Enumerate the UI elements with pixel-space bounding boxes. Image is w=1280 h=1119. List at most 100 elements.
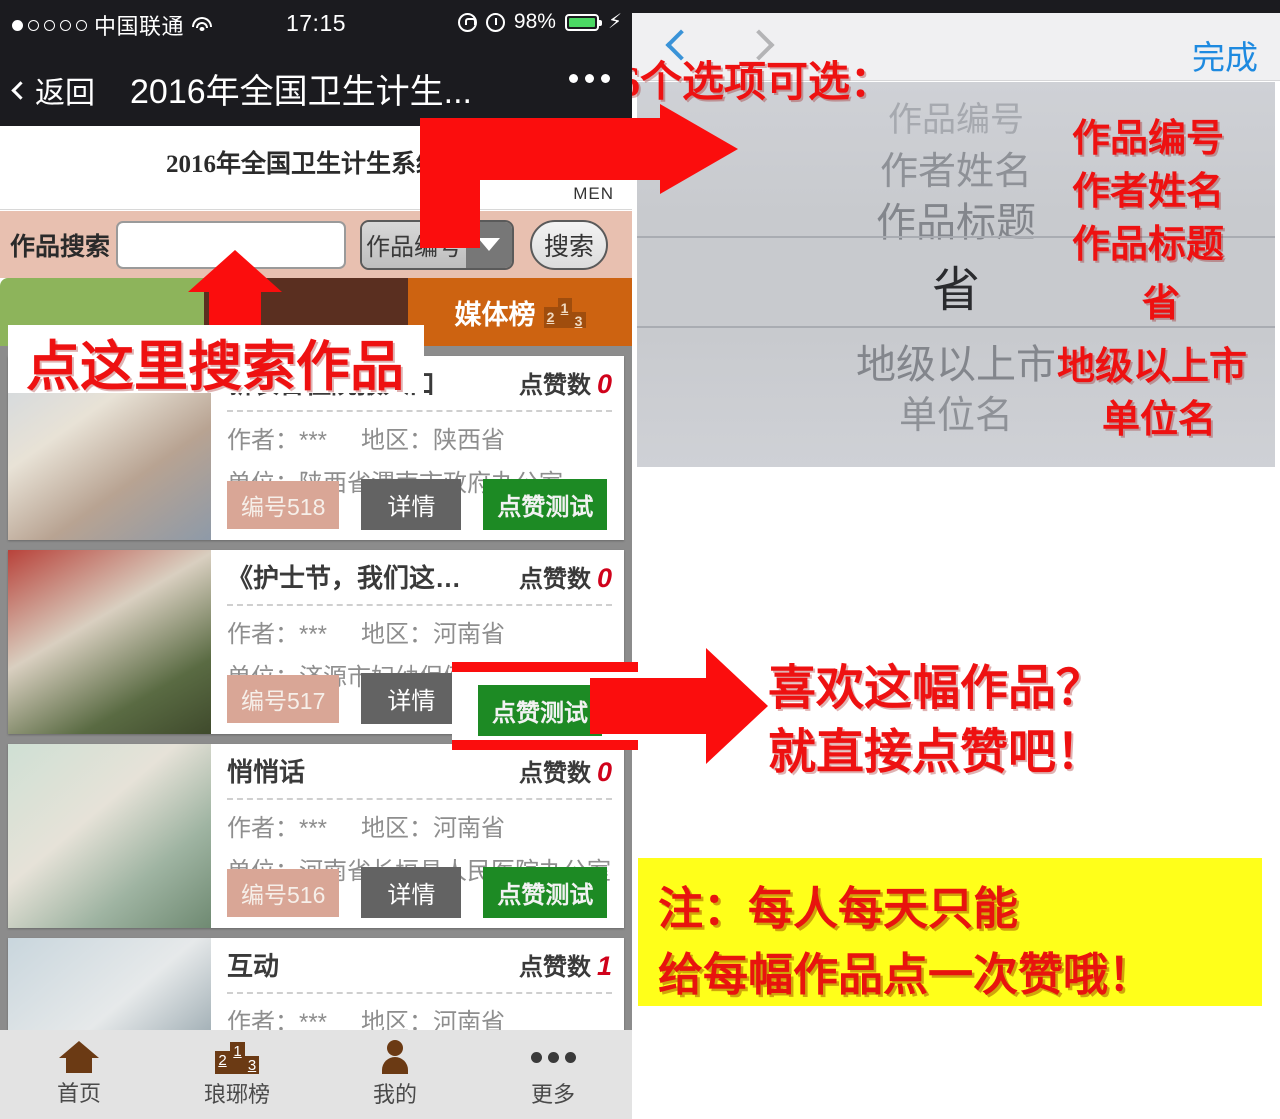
list-item[interactable]: 悄悄话 点赞数0 作者：***地区：河南省 单位：河南省长垣县人民医院办公室 编… xyxy=(8,744,624,928)
work-title: 悄悄话 xyxy=(227,757,306,787)
annotation-six-options: 6个选项可选： xyxy=(632,60,893,106)
region-label: 地区： xyxy=(361,427,434,454)
work-author-region: 作者：*** 地区：河南省 xyxy=(227,808,612,843)
battery-percent-label: 98% xyxy=(513,10,556,33)
more-dots-icon[interactable] xyxy=(569,74,610,83)
tab-bar-item-more-label: 更多 xyxy=(530,1082,575,1107)
work-author-region: 作者：*** 地区：河南省 xyxy=(227,614,612,649)
like-count-label: 点赞数 xyxy=(518,760,591,787)
author-value: *** xyxy=(299,1009,328,1030)
work-title: 《护士节，我们这样过》 xyxy=(227,563,477,593)
author-label: 作者： xyxy=(227,621,299,648)
like-count-block: 点赞数 1 xyxy=(519,947,612,982)
tab-bar-item-rank-label: 琅琊榜 xyxy=(203,1082,270,1107)
author-label: 作者： xyxy=(227,1009,299,1030)
annotation-option-2: 作品标题 xyxy=(1072,224,1225,266)
page-title: 2016年全国卫生计生... xyxy=(130,73,472,111)
region-label: 地区： xyxy=(361,815,434,842)
like-count-value: 0 xyxy=(596,563,612,593)
like-button[interactable]: 点赞测试 xyxy=(483,479,608,530)
like-count-value: 0 xyxy=(596,369,612,399)
podium-rank-2: 2 xyxy=(543,307,558,328)
tab-bar-item-more[interactable]: 更多 xyxy=(474,1030,632,1119)
annotation-note-line1: 注：每人每天只能 xyxy=(658,884,1019,934)
work-thumbnail[interactable] xyxy=(8,744,211,928)
author-value: *** xyxy=(299,427,328,454)
tab-bar-item-home[interactable]: 首页 xyxy=(0,1030,158,1119)
annotation-search-here: 点这里搜索作品 xyxy=(26,337,404,397)
annotation-like-prompt-line1: 喜欢这幅作品？ xyxy=(768,662,1105,715)
detail-button[interactable]: 详情 xyxy=(361,867,462,918)
podium-icon: 2 1 3 xyxy=(543,296,586,328)
podium-rank-1: 1 xyxy=(557,298,572,328)
like-count-label: 点赞数 xyxy=(518,566,591,593)
like-count-label: 点赞数 xyxy=(518,954,591,981)
like-count-block: 点赞数 0 xyxy=(519,365,612,400)
work-header: 互动 点赞数 1 xyxy=(227,946,612,994)
back-button-label: 返回 xyxy=(35,77,95,110)
like-count-value: 0 xyxy=(596,757,612,787)
region-value: 河南省 xyxy=(433,1009,506,1030)
rotation-lock-icon xyxy=(457,12,477,32)
author-label: 作者： xyxy=(227,427,299,454)
back-button[interactable]: 返回 xyxy=(11,68,95,112)
work-thumbnail[interactable] xyxy=(8,938,211,1030)
right-panel-top-strip xyxy=(632,0,1280,14)
tab-bar-item-rank[interactable]: 213 琅琊榜 xyxy=(158,1030,316,1119)
work-number-badge: 编号517 xyxy=(227,674,340,723)
more-dots-icon xyxy=(530,1040,576,1074)
bottom-tab-bar: 首页 213 琅琊榜 我的 更多 xyxy=(0,1030,632,1119)
annotation-note-box: 注：每人每天只能 给每幅作品点一次赞哦！ xyxy=(638,858,1262,1006)
region-value: 河南省 xyxy=(433,621,506,648)
author-value: *** xyxy=(299,815,328,842)
podium-icon: 213 xyxy=(215,1040,259,1074)
annotation-option-3: 省 xyxy=(1142,283,1181,325)
status-bar-right: 98% ⚡ xyxy=(457,10,622,34)
app-nav-bar: 返回 2016年全国卫生计生... xyxy=(0,48,632,126)
work-body: 互动 点赞数 1 作者：*** 地区：河南省 xyxy=(211,938,624,1030)
region-label: 地区： xyxy=(361,621,434,648)
work-header: 悄悄话 点赞数 0 xyxy=(227,752,612,800)
highlighted-like-button[interactable]: 点赞测试 xyxy=(478,685,602,736)
like-count-label: 点赞数 xyxy=(518,372,591,399)
work-title: 互动 xyxy=(227,951,280,981)
annotation-option-1: 作者姓名 xyxy=(1072,171,1225,213)
like-count-value: 1 xyxy=(596,951,612,981)
search-bar: 作品搜索 作品编号 搜索 xyxy=(0,211,632,278)
region-value: 河南省 xyxy=(433,815,506,842)
podium-rank-3: 3 xyxy=(571,312,586,328)
annotation-like-prompt-line2: 就直接点赞吧！ xyxy=(768,726,1105,779)
list-item[interactable]: 互动 点赞数 1 作者：*** 地区：河南省 xyxy=(8,938,624,1030)
home-icon xyxy=(59,1041,99,1073)
done-button[interactable]: 完成 xyxy=(1192,31,1258,79)
work-number-badge: 编号516 xyxy=(227,868,340,917)
battery-icon xyxy=(564,13,602,31)
annotation-option-4: 地级以上市 xyxy=(1057,346,1248,388)
annotation-option-0: 作品编号 xyxy=(1072,118,1225,160)
annotation-note-line2: 给每幅作品点一次赞哦！ xyxy=(658,950,1154,1000)
like-button[interactable]: 点赞测试 xyxy=(483,867,608,918)
tab-media-rank-label: 媒体榜 xyxy=(454,299,536,330)
work-actions: 编号518 详情 点赞测试 xyxy=(227,479,608,530)
search-label: 作品搜索 xyxy=(10,232,111,261)
chevron-left-icon xyxy=(11,80,30,100)
work-author-region: 作者：*** 地区：陕西省 xyxy=(227,420,612,455)
work-actions: 编号516 详情 点赞测试 xyxy=(227,867,608,918)
like-count-block: 点赞数 0 xyxy=(519,753,612,788)
search-button[interactable]: 搜索 xyxy=(530,219,609,270)
work-number-badge: 编号518 xyxy=(227,480,340,529)
alarm-icon xyxy=(485,12,505,32)
work-thumbnail[interactable] xyxy=(8,550,211,734)
person-icon xyxy=(380,1040,410,1074)
like-count-block: 点赞数 0 xyxy=(519,559,612,594)
detail-button[interactable]: 详情 xyxy=(361,479,462,530)
menu-label: MEN xyxy=(573,184,614,203)
tab-media-rank[interactable]: 媒体榜 2 1 3 xyxy=(408,278,632,346)
lightning-bolt-icon: ⚡ xyxy=(607,11,622,33)
author-label: 作者： xyxy=(227,815,299,842)
work-body: 悄悄话 点赞数0 作者：***地区：河南省 单位：河南省长垣县人民医院办公室 编… xyxy=(211,744,624,928)
detail-button[interactable]: 详情 xyxy=(361,673,462,724)
work-header: 《护士节，我们这样过》 点赞数0 xyxy=(227,558,612,606)
tab-bar-item-profile[interactable]: 我的 xyxy=(316,1030,474,1119)
region-label: 地区： xyxy=(361,1009,434,1030)
